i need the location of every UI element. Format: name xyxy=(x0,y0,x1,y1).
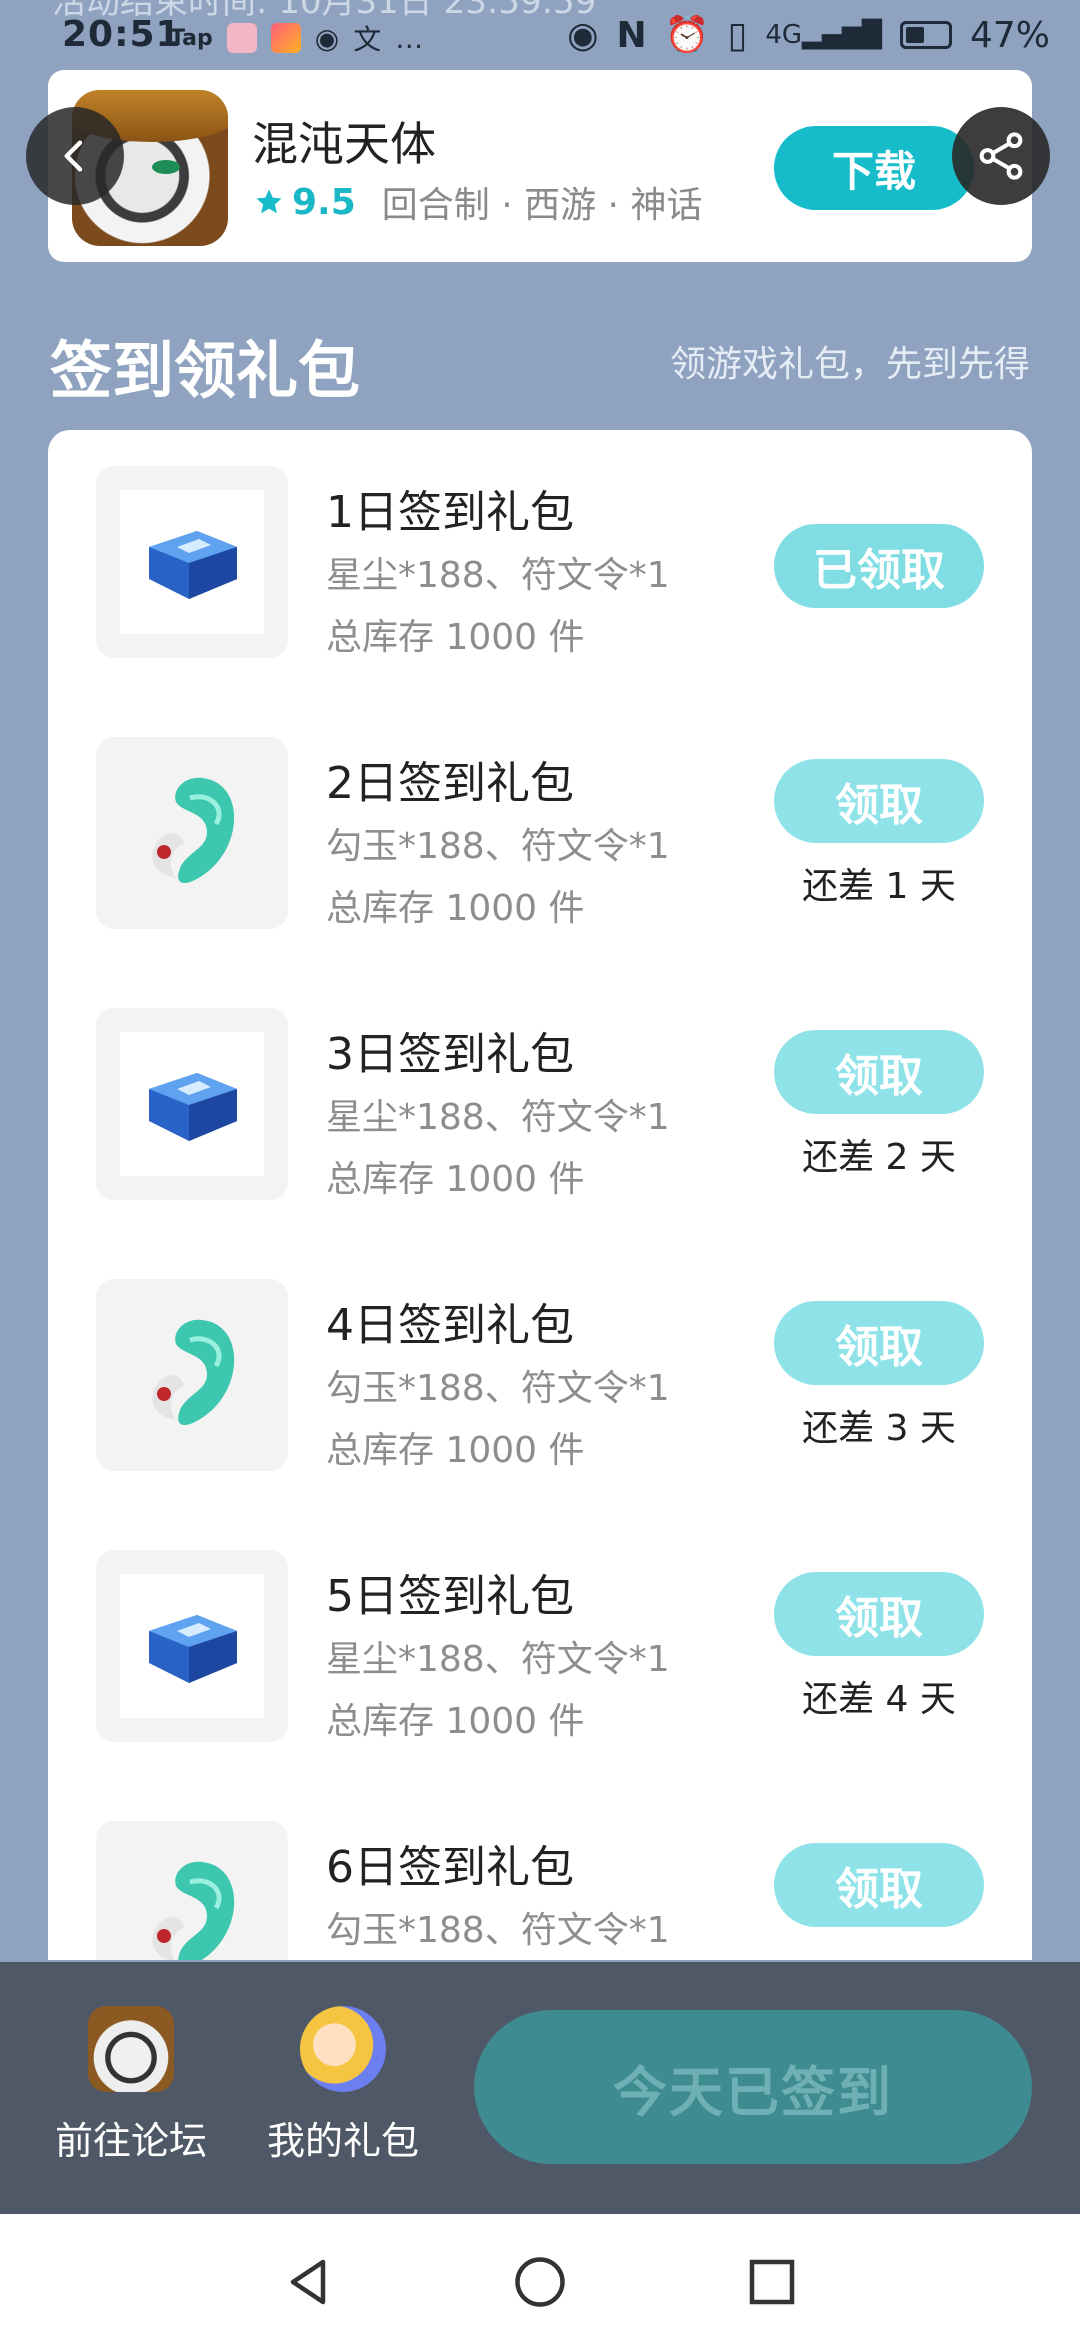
signal-icon: 4G▂▄▆█ xyxy=(765,20,882,50)
vibrate-icon: ▯ xyxy=(727,14,748,56)
my-gifts-link[interactable]: 我的礼包 xyxy=(258,2006,428,2165)
gift-thumb xyxy=(96,466,288,658)
gift-item: 3日签到礼包 星尘*188、符文令*1 总库存 1000 件 领取 还差 2 天 xyxy=(48,972,1032,1243)
bottom-action-bar: 前往论坛 我的礼包 今天已签到 xyxy=(0,1962,1080,2214)
share-icon xyxy=(979,132,1023,180)
nfc-icon: N xyxy=(616,14,647,56)
gift-name: 6日签到礼包 xyxy=(326,1842,574,1893)
gift-content: 星尘*188、符文令*1 xyxy=(326,1639,670,1680)
download-button[interactable]: 下载 xyxy=(774,126,974,210)
notification-icons: Tap ◉ 文 … xyxy=(170,18,423,58)
back-button[interactable] xyxy=(26,107,124,205)
gift-stock: 总库存 1000 件 xyxy=(326,1430,585,1471)
claim-button[interactable]: 领取 xyxy=(774,1030,984,1114)
gift-thumb xyxy=(96,737,288,929)
back-nav-icon[interactable] xyxy=(278,2252,338,2312)
gift-content: 勾玉*188、符文令*1 xyxy=(326,826,670,867)
battery-percent: 47% xyxy=(969,14,1050,56)
claim-button[interactable]: 领取 xyxy=(774,1572,984,1656)
gift-item: 1日签到礼包 星尘*188、符文令*1 总库存 1000 件 已领取 xyxy=(48,430,1032,701)
gift-content: 勾玉*188、符文令*1 xyxy=(326,1368,670,1409)
alarm-icon: ⏰ xyxy=(664,15,710,56)
status-bar: 活动结束时间: 10月31日 23:59:59 20:51 Tap ◉ 文 … … xyxy=(0,0,1080,70)
gift-item: 4日签到礼包 勾玉*188、符文令*1 总库存 1000 件 领取 还差 3 天 xyxy=(48,1243,1032,1514)
gift-avatar-icon xyxy=(300,2006,386,2092)
system-indicators: ◉ N ⏰ ▯ 4G▂▄▆█ 47% xyxy=(567,14,1050,57)
gift-item: 2日签到礼包 勾玉*188、符文令*1 总库存 1000 件 领取 还差 1 天 xyxy=(48,701,1032,972)
game-meta: 9.5 回合制 · 西游 · 神话 xyxy=(254,176,702,228)
gift-name: 5日签到礼包 xyxy=(326,1571,574,1622)
gift-content: 星尘*188、符文令*1 xyxy=(326,1097,670,1138)
translate-icon: 文 xyxy=(353,23,382,56)
game-header-card[interactable]: 混沌天体 9.5 回合制 · 西游 · 神话 下载 xyxy=(48,70,1032,262)
system-navigation-bar xyxy=(0,2214,1080,2340)
gift-name: 3日签到礼包 xyxy=(326,1029,574,1080)
gift-item: 5日签到礼包 星尘*188、符文令*1 总库存 1000 件 领取 还差 4 天 xyxy=(48,1514,1032,1785)
home-nav-icon[interactable] xyxy=(510,2252,570,2312)
claim-button[interactable]: 领取 xyxy=(774,1843,984,1927)
my-gifts-label: 我的礼包 xyxy=(266,2119,419,2163)
jade-magatama-icon xyxy=(152,777,235,884)
blue-chest-icon xyxy=(149,531,237,599)
section-title: 签到领礼包 xyxy=(50,334,361,407)
game-rating: 9.5 xyxy=(292,181,356,223)
battery-icon xyxy=(899,21,952,49)
game-forum-icon xyxy=(88,2006,174,2092)
gift-stock: 总库存 1000 件 xyxy=(326,1159,585,1200)
gift-content: 勾玉*188、符文令*1 xyxy=(326,1910,670,1951)
more-icon: … xyxy=(395,21,424,55)
gift-name: 1日签到礼包 xyxy=(326,487,574,538)
game-title: 混沌天体 xyxy=(252,117,436,171)
clock: 20:51 xyxy=(62,14,182,55)
video-app-icon xyxy=(270,23,301,53)
days-left: 还差 4 天 xyxy=(802,1679,956,1720)
game-tags: 回合制 · 西游 · 神话 xyxy=(381,185,703,226)
cat-icon: ◉ xyxy=(314,21,340,55)
claimed-button[interactable]: 已领取 xyxy=(774,524,984,608)
jade-magatama-icon xyxy=(152,1861,235,1960)
recents-nav-icon[interactable] xyxy=(742,2252,802,2312)
forum-label: 前往论坛 xyxy=(54,2119,207,2163)
star-icon xyxy=(256,189,282,214)
gift-thumb xyxy=(96,1821,288,1960)
gift-stock: 总库存 1000 件 xyxy=(326,617,585,658)
gift-item: 6日签到礼包 勾玉*188、符文令*1 领取 xyxy=(48,1785,1032,1960)
section-subtitle: 领游戏礼包，先到先得 xyxy=(669,344,1030,385)
app-icon xyxy=(226,23,257,53)
gift-thumb xyxy=(96,1550,288,1742)
claim-button[interactable]: 领取 xyxy=(774,759,984,843)
forum-link[interactable]: 前往论坛 xyxy=(46,2006,216,2165)
days-left: 还差 1 天 xyxy=(802,866,956,907)
blue-chest-icon xyxy=(149,1073,237,1141)
chevron-left-icon xyxy=(64,140,83,172)
days-left: 还差 2 天 xyxy=(802,1137,956,1178)
gift-stock: 总库存 1000 件 xyxy=(326,888,585,929)
jade-magatama-icon xyxy=(152,1319,235,1426)
taptap-icon: Tap xyxy=(170,25,213,51)
gift-thumb xyxy=(96,1279,288,1471)
share-button[interactable] xyxy=(952,107,1050,205)
gift-name: 2日签到礼包 xyxy=(326,758,574,809)
gift-stock: 总库存 1000 件 xyxy=(326,1701,585,1742)
claim-button[interactable]: 领取 xyxy=(774,1301,984,1385)
blue-chest-icon xyxy=(149,1615,237,1683)
gift-list[interactable]: 1日签到礼包 星尘*188、符文令*1 总库存 1000 件 已领取 2日签到礼… xyxy=(48,430,1032,1960)
gift-thumb xyxy=(96,1008,288,1200)
eye-icon: ◉ xyxy=(567,14,599,56)
gift-content: 星尘*188、符文令*1 xyxy=(326,555,670,596)
days-left: 还差 3 天 xyxy=(802,1408,956,1449)
signin-button[interactable]: 今天已签到 xyxy=(474,2010,1032,2164)
gift-name: 4日签到礼包 xyxy=(326,1300,574,1351)
